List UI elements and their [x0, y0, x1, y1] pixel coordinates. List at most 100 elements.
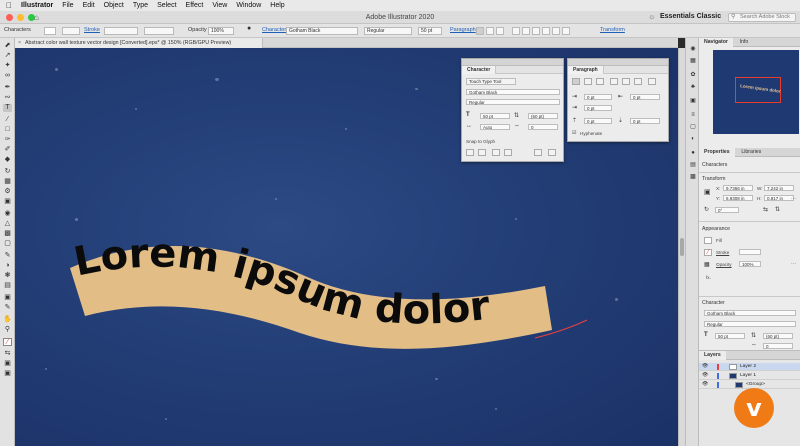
- para-justify-center-button[interactable]: [622, 78, 630, 85]
- symbol-sprayer-tool-icon[interactable]: ❃: [3, 272, 12, 280]
- first-line-indent-field[interactable]: 0 pt: [584, 105, 612, 111]
- para-align-left-button[interactable]: [572, 78, 580, 85]
- appearance-more-icon[interactable]: ⋯: [791, 261, 796, 267]
- layer-row[interactable]: 👁 Layer 1: [699, 372, 800, 380]
- line-tool-icon[interactable]: ⁄: [3, 116, 12, 124]
- fx-button[interactable]: fx.: [706, 275, 711, 280]
- workspace-switcher[interactable]: Essentials Classic: [660, 13, 721, 20]
- free-transform-tool-icon[interactable]: ▣: [3, 198, 12, 206]
- props-size-field[interactable]: 50 pt: [715, 333, 745, 339]
- navigator-thumbnail[interactable]: Lorem ipsum dolor: [713, 50, 799, 134]
- eraser-tool-icon[interactable]: ◆: [3, 156, 12, 164]
- char-font-field[interactable]: Gotham Black: [466, 89, 560, 95]
- para-justify-right-button[interactable]: [634, 78, 642, 85]
- width-tool-icon[interactable]: ⚙: [3, 188, 12, 196]
- fill-swatch[interactable]: [704, 237, 712, 244]
- color-panel-icon[interactable]: ◉: [689, 46, 697, 53]
- align-objects-6-button[interactable]: [562, 27, 570, 35]
- scrollbar-thumb[interactable]: [680, 238, 684, 256]
- props-font-field[interactable]: Gotham Black: [704, 310, 796, 316]
- brushes-icon[interactable]: ✿: [689, 72, 697, 79]
- rectangle-tool-icon[interactable]: □: [3, 126, 12, 134]
- lasso-tool-icon[interactable]: ∞: [3, 72, 12, 80]
- menu-edit[interactable]: Edit: [83, 2, 95, 9]
- menu-view[interactable]: View: [212, 2, 227, 9]
- opacity-field[interactable]: 100%: [208, 27, 234, 35]
- para-justify-left-button[interactable]: [610, 78, 618, 85]
- layer-row[interactable]: 👁 Layer 2: [699, 363, 800, 371]
- appearance-panel-icon[interactable]: ●: [689, 150, 697, 157]
- recolor-icon[interactable]: ●: [247, 25, 251, 32]
- font-family-field[interactable]: Gotham Black: [286, 27, 358, 35]
- character-panel-header[interactable]: [462, 59, 563, 66]
- menu-select[interactable]: Select: [157, 2, 176, 9]
- color-guide-icon[interactable]: ▦: [689, 58, 697, 65]
- para-align-center-button[interactable]: [584, 78, 592, 85]
- stroke-link[interactable]: Stroke: [84, 27, 100, 33]
- transparency-panel-icon[interactable]: ◐: [689, 136, 697, 143]
- char-size-field[interactable]: 50 pt: [480, 113, 510, 119]
- type-tool-icon[interactable]: T: [3, 104, 12, 112]
- props-style-field[interactable]: Regular: [704, 321, 796, 327]
- screen-mode-icon[interactable]: ▣: [3, 370, 12, 378]
- hand-tool-icon[interactable]: ✋: [3, 316, 12, 324]
- lightbulb-icon[interactable]: ☼: [648, 12, 655, 21]
- snap-proximity-button[interactable]: [504, 149, 512, 156]
- props-leading-field[interactable]: (60 pt): [763, 333, 793, 339]
- menu-app[interactable]: Illustrator: [21, 2, 53, 9]
- menu-object[interactable]: Object: [104, 2, 124, 9]
- direct-selection-tool-icon[interactable]: ↗: [3, 52, 12, 60]
- flip-vertical-icon[interactable]: ⇅: [775, 206, 780, 213]
- shaper-tool-icon[interactable]: ✐: [3, 146, 12, 154]
- artboard-tool-icon[interactable]: ▣: [3, 294, 12, 302]
- char-tracking-field[interactable]: 0: [528, 124, 558, 130]
- swap-fill-stroke-icon[interactable]: ⇆: [3, 350, 12, 358]
- apple-icon[interactable]: : [6, 1, 12, 10]
- para-align-right-button[interactable]: [596, 78, 604, 85]
- transform-link[interactable]: Transform: [600, 27, 625, 33]
- character-link[interactable]: Character: [262, 27, 286, 33]
- paragraph-panel-tab[interactable]: Paragraph: [568, 66, 604, 74]
- snap-angular-button[interactable]: [534, 149, 542, 156]
- eyedropper-tool-icon[interactable]: ✎: [3, 252, 12, 260]
- rotate-tool-icon[interactable]: ↻: [3, 168, 12, 176]
- slice-tool-icon[interactable]: ✎: [3, 304, 12, 312]
- align-panel-icon[interactable]: ▤: [689, 162, 697, 169]
- stroke-label[interactable]: Stroke: [716, 250, 729, 255]
- char-kerning-field[interactable]: Auto: [480, 124, 510, 130]
- y-field[interactable]: 6.9308 in: [723, 195, 753, 201]
- navigator-tab[interactable]: Navigator: [699, 38, 733, 47]
- align-objects-3-button[interactable]: [532, 27, 540, 35]
- character-panel-tab[interactable]: Character: [462, 66, 497, 74]
- align-objects-2-button[interactable]: [522, 27, 530, 35]
- mesh-tool-icon[interactable]: ▩: [3, 230, 12, 238]
- paintbrush-tool-icon[interactable]: ✑: [3, 136, 12, 144]
- curvature-tool-icon[interactable]: ∾: [3, 94, 12, 102]
- libraries-tab[interactable]: Libraries: [736, 148, 766, 157]
- snap-bounds-button[interactable]: [492, 149, 500, 156]
- pen-tool-icon[interactable]: ✒: [3, 84, 12, 92]
- reference-point-icon[interactable]: ▣: [704, 188, 711, 196]
- align-objects-4-button[interactable]: [542, 27, 550, 35]
- blend-tool-icon[interactable]: ◑: [3, 262, 12, 270]
- canvas-vertical-scrollbar[interactable]: [678, 48, 685, 446]
- layer-name[interactable]: Layer 1: [740, 372, 756, 380]
- column-graph-tool-icon[interactable]: ▤: [3, 282, 12, 290]
- font-style-field[interactable]: Regular: [364, 27, 412, 35]
- hyphenate-checkbox[interactable]: ☑: [572, 130, 576, 136]
- right-indent-field[interactable]: 0 pt: [630, 94, 660, 100]
- stroke-swatch[interactable]: ⁄: [704, 249, 712, 256]
- visibility-eye-icon[interactable]: 👁: [702, 381, 708, 389]
- x-field[interactable]: 9.7366 in: [723, 185, 753, 191]
- align-objects-5-button[interactable]: [552, 27, 560, 35]
- stroke-panel-icon[interactable]: ≡: [689, 112, 697, 119]
- left-indent-field[interactable]: 0 pt: [584, 94, 612, 100]
- scale-tool-icon[interactable]: ▦: [3, 178, 12, 186]
- symbols-icon[interactable]: ♣: [689, 84, 697, 91]
- document-tab[interactable]: × Abstract color wall texture vector des…: [15, 38, 263, 48]
- paragraph-panel-header[interactable]: [568, 59, 668, 66]
- props-tracking-field[interactable]: 0: [763, 343, 793, 349]
- gradient-tool-icon[interactable]: ▢: [3, 240, 12, 248]
- flip-horizontal-icon[interactable]: ⇆: [763, 206, 768, 213]
- char-style-field[interactable]: Regular: [466, 99, 560, 105]
